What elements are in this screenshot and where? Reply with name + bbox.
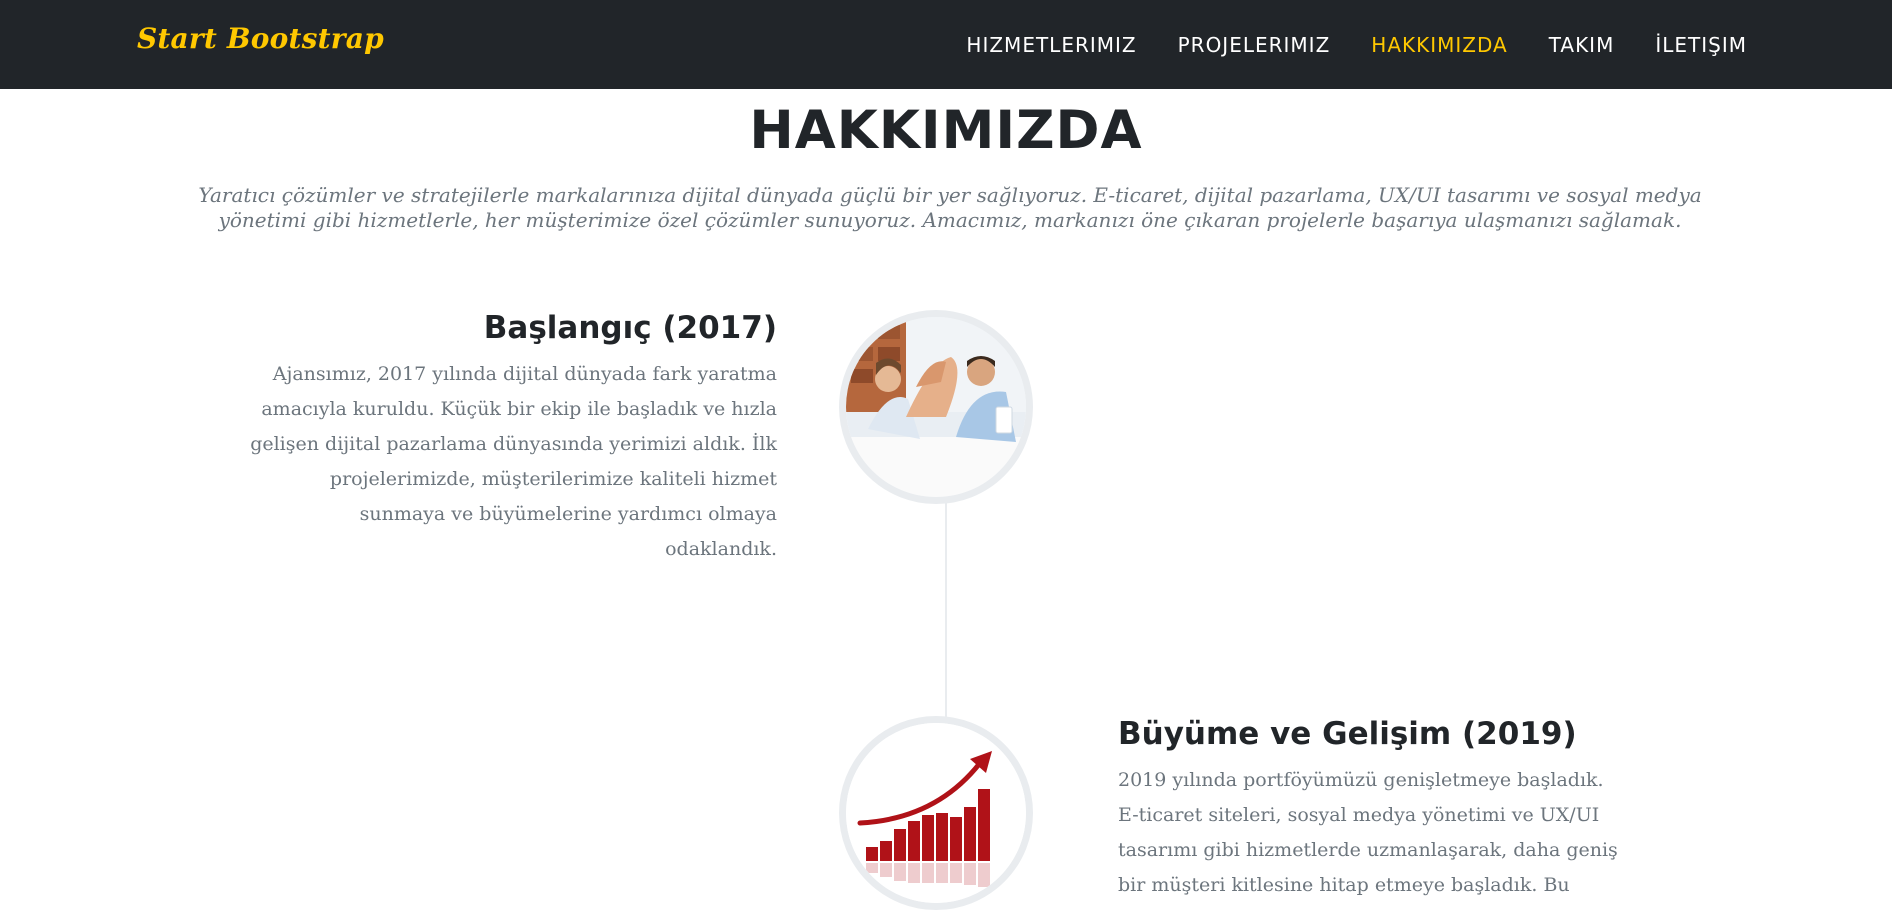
nav-link-hakkimizda[interactable]: HAKKIMIZDA — [1371, 33, 1507, 57]
growth-bar-chart-image — [839, 716, 1033, 910]
team-high-five-photo — [839, 310, 1033, 504]
navbar: Start Bootstrap HIZMETLERIMIZ PROJELERIM… — [0, 0, 1892, 89]
timeline-item-title: Başlangıç (2017) — [483, 310, 777, 346]
timeline-item-body: Ajansımız, 2017 yılında dijital dünyada … — [250, 363, 777, 560]
section-heading: HAKKIMIZDA — [749, 100, 1143, 161]
nav-link-iletisim[interactable]: İLETIŞIM — [1655, 33, 1747, 57]
timeline-item-title: Büyüme ve Gelişim (2019) — [1118, 716, 1577, 752]
navbar-brand[interactable]: Start Bootstrap — [137, 22, 384, 55]
nav-link-projelerimiz[interactable]: PROJELERIMIZ — [1178, 33, 1331, 57]
timeline-item-body: 2019 yılında portföyümüzü genişletmeye b… — [1118, 769, 1618, 896]
section-subheading: Yaratıcı çözümler ve stratejilerle marka… — [198, 183, 1702, 232]
navbar-links: HIZMETLERIMIZ PROJELERIMIZ HAKKIMIZDA TA… — [966, 0, 1747, 89]
nav-link-hizmetlerimiz[interactable]: HIZMETLERIMIZ — [966, 33, 1136, 57]
nav-link-takim[interactable]: TAKIM — [1549, 33, 1615, 57]
